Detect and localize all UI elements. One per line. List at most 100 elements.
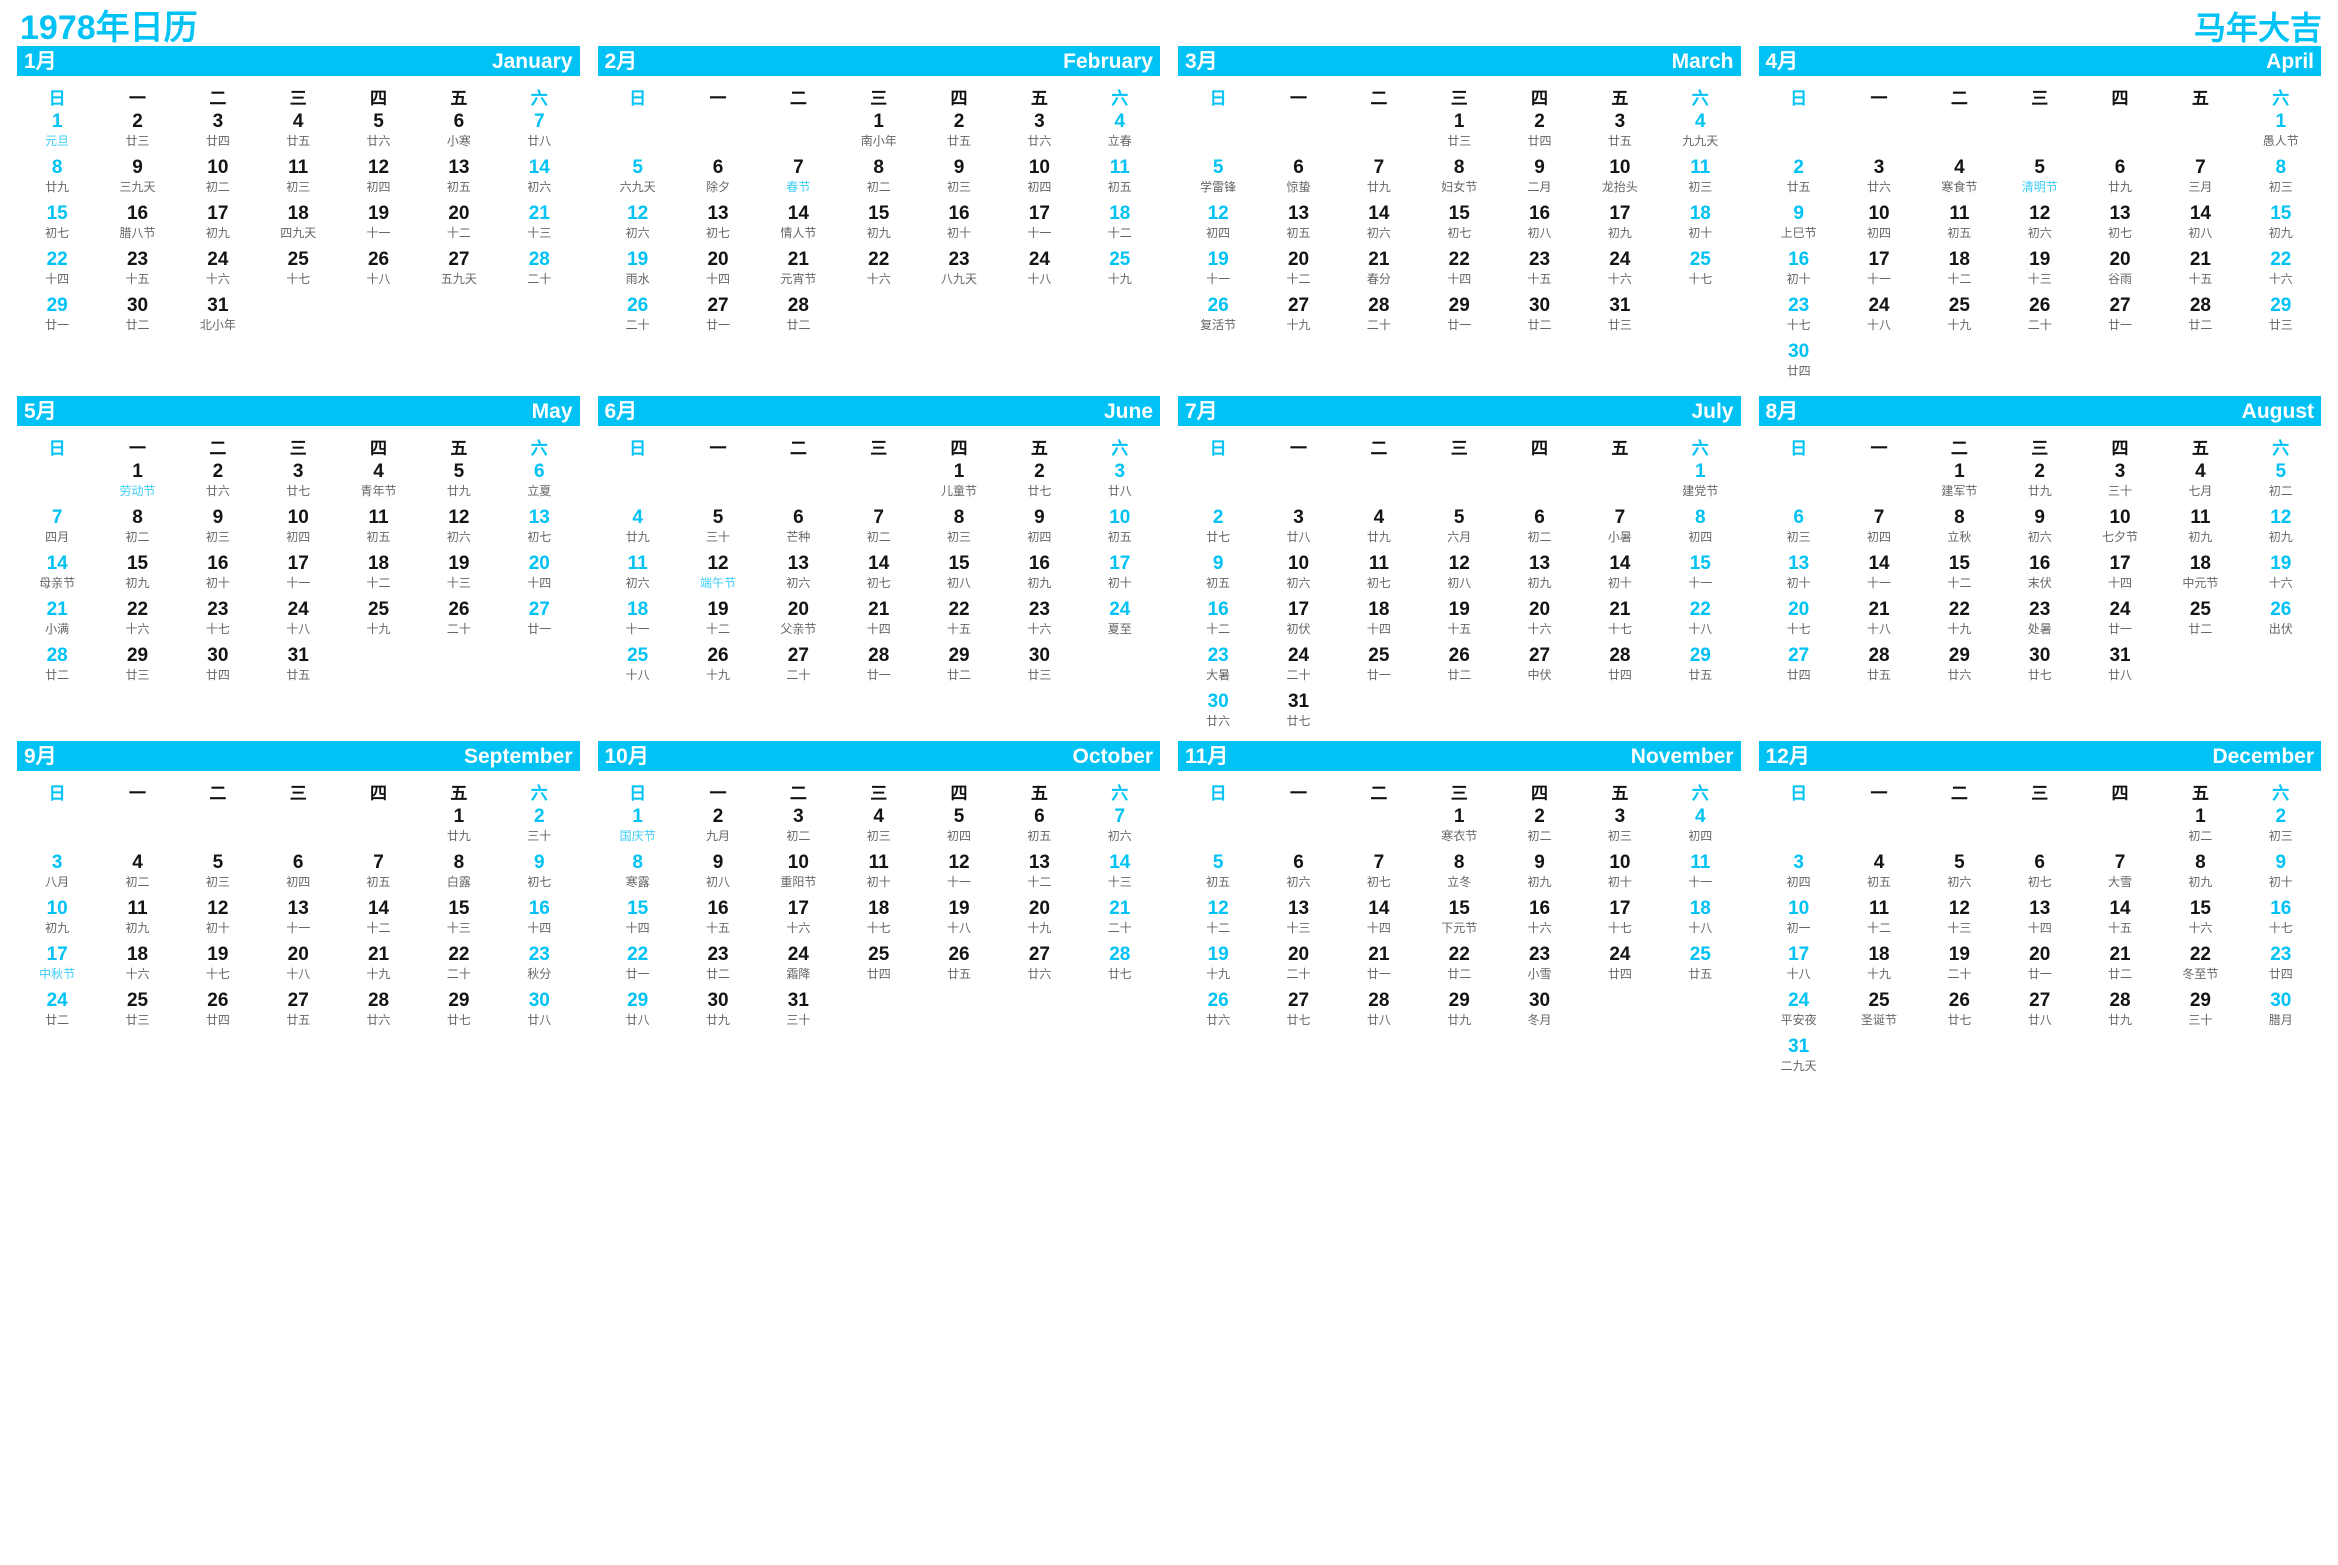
day-cell[interactable]: 12 十三 (1919, 898, 1999, 944)
day-cell[interactable]: 26 廿六 (1178, 990, 1258, 1036)
day-cell[interactable]: 22 十六 (97, 599, 177, 645)
day-cell[interactable]: 21 廿二 (2080, 944, 2160, 990)
day-cell[interactable]: 23 十五 (97, 249, 177, 295)
day-cell[interactable]: 31 廿五 (258, 645, 338, 691)
day-cell[interactable]: 31 廿三 (1580, 295, 1660, 341)
day-cell[interactable]: 9 上巳节 (1759, 203, 1839, 249)
day-cell[interactable]: 7 廿九 (1339, 157, 1419, 203)
day-cell[interactable]: 5 六月 (1419, 507, 1499, 553)
day-cell[interactable]: 22 十八 (1660, 599, 1740, 645)
day-cell[interactable]: 6 初六 (1258, 852, 1338, 898)
day-cell[interactable]: 17 初九 (178, 203, 258, 249)
day-cell[interactable]: 5 廿六 (338, 111, 418, 157)
day-cell[interactable]: 26 二十 (598, 295, 678, 341)
day-cell[interactable]: 22 十六 (2241, 249, 2321, 295)
day-cell[interactable]: 9 初十 (2241, 852, 2321, 898)
day-cell[interactable]: 21 廿一 (1339, 944, 1419, 990)
day-cell[interactable]: 18 十二 (1080, 203, 1160, 249)
day-cell[interactable]: 16 初八 (1499, 203, 1579, 249)
day-cell[interactable]: 20 十四 (678, 249, 758, 295)
day-cell[interactable]: 6 立夏 (499, 461, 579, 507)
day-cell[interactable]: 17 十八 (1759, 944, 1839, 990)
day-cell[interactable]: 25 廿四 (839, 944, 919, 990)
day-cell[interactable]: 9 三九天 (97, 157, 177, 203)
day-cell[interactable]: 27 十九 (1258, 295, 1338, 341)
day-cell[interactable]: 19 二十 (1919, 944, 1999, 990)
day-cell[interactable]: 21 二十 (1080, 898, 1160, 944)
day-cell[interactable]: 28 廿四 (1580, 645, 1660, 691)
day-cell[interactable]: 12 初八 (1419, 553, 1499, 599)
day-cell[interactable]: 10 初九 (17, 898, 97, 944)
day-cell[interactable]: 13 初七 (499, 507, 579, 553)
day-cell[interactable]: 24 夏至 (1080, 599, 1160, 645)
day-cell[interactable]: 25 廿五 (1660, 944, 1740, 990)
day-cell[interactable]: 11 初五 (338, 507, 418, 553)
day-cell[interactable]: 13 初九 (1499, 553, 1579, 599)
day-cell[interactable]: 31 廿八 (2080, 645, 2160, 691)
day-cell[interactable]: 19 十一 (338, 203, 418, 249)
day-cell[interactable]: 9 初六 (2000, 507, 2080, 553)
day-cell[interactable]: 27 二十 (758, 645, 838, 691)
day-cell[interactable]: 5 初三 (178, 852, 258, 898)
day-cell[interactable]: 27 廿七 (1258, 990, 1338, 1036)
day-cell[interactable]: 24 十八 (1839, 295, 1919, 341)
day-cell[interactable]: 3 初二 (758, 806, 838, 852)
day-cell[interactable]: 3 八月 (17, 852, 97, 898)
day-cell[interactable]: 23 处暑 (2000, 599, 2080, 645)
day-cell[interactable]: 23 大暑 (1178, 645, 1258, 691)
day-cell[interactable]: 10 初一 (1759, 898, 1839, 944)
day-cell[interactable]: 13 十三 (1258, 898, 1338, 944)
day-cell[interactable]: 9 初八 (678, 852, 758, 898)
day-cell[interactable]: 7 三月 (2160, 157, 2240, 203)
day-cell[interactable]: 20 十八 (258, 944, 338, 990)
day-cell[interactable]: 21 十九 (338, 944, 418, 990)
day-cell[interactable]: 5 初五 (1178, 852, 1258, 898)
day-cell[interactable]: 25 十九 (1080, 249, 1160, 295)
day-cell[interactable]: 11 初三 (258, 157, 338, 203)
day-cell[interactable]: 23 廿四 (2241, 944, 2321, 990)
day-cell[interactable]: 10 初四 (258, 507, 338, 553)
day-cell[interactable]: 19 十一 (1178, 249, 1258, 295)
day-cell[interactable]: 14 十五 (2080, 898, 2160, 944)
day-cell[interactable]: 6 惊蛰 (1258, 157, 1338, 203)
day-cell[interactable]: 30 腊月 (2241, 990, 2321, 1036)
day-cell[interactable]: 7 廿八 (499, 111, 579, 157)
day-cell[interactable]: 20 廿一 (2000, 944, 2080, 990)
day-cell[interactable]: 4 九九天 (1660, 111, 1740, 157)
day-cell[interactable]: 30 廿三 (999, 645, 1079, 691)
day-cell[interactable]: 8 初四 (1660, 507, 1740, 553)
day-cell[interactable]: 6 廿九 (2080, 157, 2160, 203)
day-cell[interactable]: 16 十六 (1499, 898, 1579, 944)
day-cell[interactable]: 27 廿一 (678, 295, 758, 341)
day-cell[interactable]: 8 初三 (2241, 157, 2321, 203)
day-cell[interactable]: 17 中秋节 (17, 944, 97, 990)
day-cell[interactable]: 26 廿五 (919, 944, 999, 990)
day-cell[interactable]: 4 青年节 (338, 461, 418, 507)
day-cell[interactable]: 26 出伏 (2241, 599, 2321, 645)
day-cell[interactable]: 1 国庆节 (598, 806, 678, 852)
day-cell[interactable]: 2 廿七 (1178, 507, 1258, 553)
day-cell[interactable]: 20 十九 (999, 898, 1079, 944)
day-cell[interactable]: 12 初六 (419, 507, 499, 553)
day-cell[interactable]: 7 初七 (1339, 852, 1419, 898)
day-cell[interactable]: 26 廿二 (1419, 645, 1499, 691)
day-cell[interactable]: 23 十七 (178, 599, 258, 645)
day-cell[interactable]: 20 十二 (419, 203, 499, 249)
day-cell[interactable]: 25 廿一 (1339, 645, 1419, 691)
day-cell[interactable]: 30 冬月 (1499, 990, 1579, 1036)
day-cell[interactable]: 4 初五 (1839, 852, 1919, 898)
day-cell[interactable]: 10 龙抬头 (1580, 157, 1660, 203)
day-cell[interactable]: 13 十四 (2000, 898, 2080, 944)
day-cell[interactable]: 13 十二 (999, 852, 1079, 898)
day-cell[interactable]: 27 廿五 (258, 990, 338, 1036)
day-cell[interactable]: 28 廿八 (1339, 990, 1419, 1036)
day-cell[interactable]: 22 二十 (419, 944, 499, 990)
day-cell[interactable]: 19 十七 (178, 944, 258, 990)
day-cell[interactable]: 28 廿二 (17, 645, 97, 691)
day-cell[interactable]: 16 初十 (919, 203, 999, 249)
day-cell[interactable]: 6 初七 (2000, 852, 2080, 898)
day-cell[interactable]: 13 初五 (419, 157, 499, 203)
day-cell[interactable]: 9 初九 (1499, 852, 1579, 898)
day-cell[interactable]: 1 劳动节 (97, 461, 177, 507)
day-cell[interactable]: 5 清明节 (2000, 157, 2080, 203)
